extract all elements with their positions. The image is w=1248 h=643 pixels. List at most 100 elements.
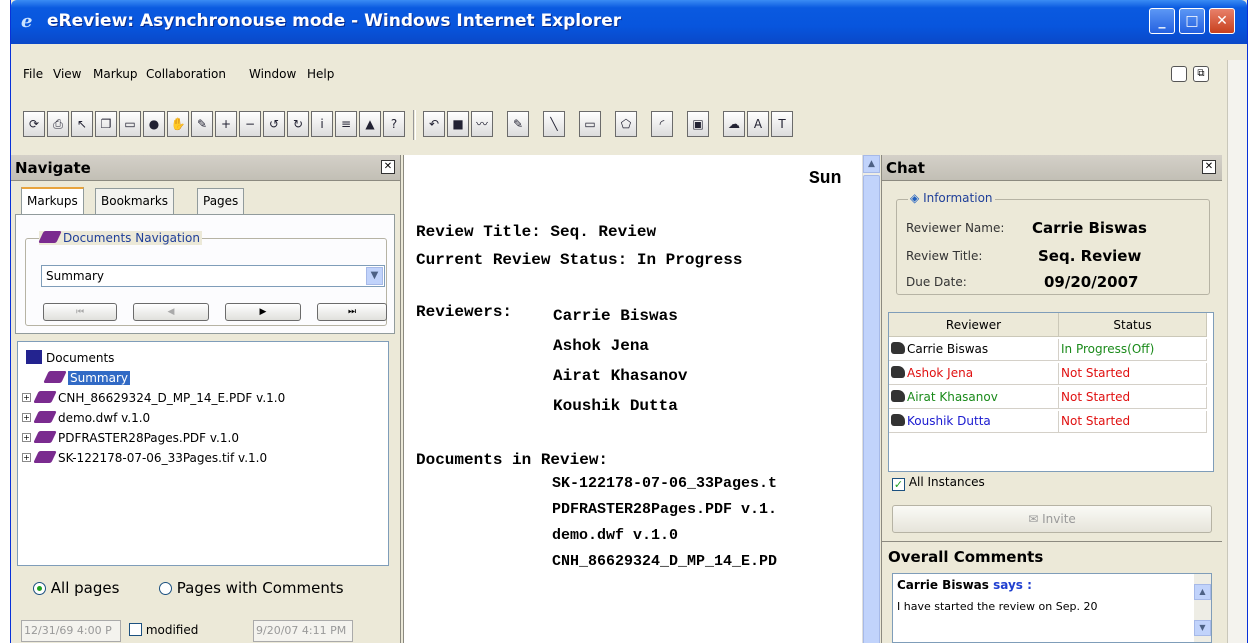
rotate-right-icon[interactable]: ↻ <box>287 111 309 137</box>
minimize-doc-button[interactable] <box>1171 66 1187 82</box>
date-from-field[interactable]: 12/31/69 4:00 P <box>21 620 121 642</box>
minimize-button[interactable]: _ <box>1149 8 1175 34</box>
information-legend: ◈ Information <box>908 191 995 205</box>
tab-pages[interactable]: Pages <box>197 188 245 214</box>
comments-scrollbar[interactable]: ▲ ▼ <box>1194 574 1211 642</box>
invite-button[interactable]: ✉ Invite <box>892 505 1212 533</box>
navigate-close-icon[interactable]: ✕ <box>381 160 395 174</box>
zoom-out-icon[interactable]: − <box>239 111 261 137</box>
info-icon[interactable]: i <box>311 111 333 137</box>
title-bar: e eReview: Asynchronouse mode - Windows … <box>11 0 1247 44</box>
maximize-button[interactable]: □ <box>1179 8 1205 34</box>
scroll-down-icon[interactable]: ▼ <box>1194 620 1211 636</box>
tree-root[interactable]: Documents <box>26 348 114 368</box>
restore-doc-button[interactable]: ⧉ <box>1193 66 1209 82</box>
previous-page-button[interactable]: ◀ <box>133 303 209 321</box>
chevron-down-icon[interactable]: ▼ <box>366 267 383 285</box>
scrollbar-thumb[interactable] <box>863 175 880 643</box>
tab-markups[interactable]: Markups <box>21 187 84 215</box>
pan-hand-icon[interactable]: ✋ <box>167 111 189 137</box>
first-page-button[interactable]: ⏮ <box>43 303 117 321</box>
tree-item[interactable]: + CNH_86629324_D_MP_14_E.PDF v.1.0 <box>22 388 382 408</box>
reviewer-row-status: Not Started <box>1059 387 1207 409</box>
menu-collaboration[interactable]: Collaboration <box>146 67 226 81</box>
tree-item[interactable]: + SK-122178-07-06_33Pages.tif v.1.0 <box>22 448 267 468</box>
document-select[interactable]: Summary ▼ <box>41 265 385 287</box>
divider <box>882 541 1222 542</box>
expand-icon[interactable]: + <box>22 413 31 422</box>
expand-icon[interactable]: + <box>22 433 31 442</box>
zoom-in-icon[interactable]: + <box>215 111 237 137</box>
reviewer-row-status: Not Started <box>1059 363 1207 385</box>
menu-file[interactable]: File <box>23 67 43 81</box>
text-style-icon[interactable]: A <box>747 111 769 137</box>
polygon-icon[interactable]: ⬠ <box>615 111 637 137</box>
date-to-field[interactable]: 9/20/07 4:11 PM <box>253 620 353 642</box>
menu-window[interactable]: Window <box>249 67 296 81</box>
reviewer-row-name[interactable]: Koushik Dutta <box>889 411 1059 433</box>
document-scrollbar[interactable]: ▲ <box>862 155 880 643</box>
menu-help[interactable]: Help <box>307 67 334 81</box>
rotate-left-icon[interactable]: ↺ <box>263 111 285 137</box>
rectangle-icon[interactable]: ▭ <box>579 111 601 137</box>
close-button[interactable]: ✕ <box>1209 8 1235 34</box>
reviewer-row-name[interactable]: Carrie Biswas <box>889 339 1059 361</box>
menu-markup[interactable]: Markup <box>93 67 137 81</box>
reviewer-line: Ashok Jena <box>553 337 650 355</box>
checkbox-checked-icon: ✓ <box>892 478 905 491</box>
next-page-button[interactable]: ▶ <box>225 303 301 321</box>
page-icon[interactable]: ▭ <box>119 111 141 137</box>
help-icon[interactable]: ? <box>383 111 405 137</box>
book-icon <box>43 371 67 383</box>
cloud-icon[interactable]: ☁ <box>723 111 745 137</box>
refresh-icon[interactable]: ⟳ <box>23 111 45 137</box>
document-line: CNH_86629324_D_MP_14_E.PD <box>552 553 778 570</box>
freehand-icon[interactable]: 〰 <box>471 111 493 137</box>
undo-icon[interactable]: ↶ <box>423 111 445 137</box>
tree-item-summary[interactable]: Summary <box>43 368 130 388</box>
image-icon[interactable]: ▣ <box>687 111 709 137</box>
radio-pages-with-comments[interactable]: Pages with Comments <box>159 579 344 597</box>
text-icon[interactable]: T <box>771 111 793 137</box>
col-header-reviewer[interactable]: Reviewer <box>889 313 1059 337</box>
print-icon[interactable]: ⎙ <box>47 111 69 137</box>
col-header-status[interactable]: Status <box>1059 313 1207 337</box>
chat-header: Chat <box>882 155 1222 181</box>
expand-icon[interactable]: + <box>22 393 31 402</box>
documents-navigation-legend: Documents Navigation <box>38 231 202 245</box>
reviewer-line: Airat Khasanov <box>553 367 688 385</box>
expand-icon[interactable]: + <box>22 453 31 462</box>
review-title-value: Seq. Review <box>1038 247 1142 265</box>
modified-checkbox[interactable]: modified <box>129 623 198 637</box>
window-scrollbar[interactable] <box>1227 60 1247 643</box>
chart-icon[interactable]: ▲ <box>359 111 381 137</box>
scroll-up-icon[interactable]: ▲ <box>863 155 880 173</box>
tree-item[interactable]: + PDFRASTER28Pages.PDF v.1.0 <box>22 428 239 448</box>
menu-view[interactable]: View <box>53 67 81 81</box>
tree-item[interactable]: + demo.dwf v.1.0 <box>22 408 150 428</box>
notes-icon[interactable]: ≡ <box>335 111 357 137</box>
chat-panel: Chat ✕ ◈ Information Reviewer Name: Carr… <box>881 155 1222 643</box>
all-instances-checkbox[interactable]: ✓ All Instances <box>892 475 985 491</box>
last-page-button[interactable]: ⏭ <box>317 303 387 321</box>
folder-books-icon <box>26 350 42 364</box>
stamp-icon[interactable]: ● <box>143 111 165 137</box>
radio-all-pages[interactable]: All pages <box>33 579 119 597</box>
line-icon[interactable]: ╲ <box>543 111 565 137</box>
fill-color-icon[interactable]: ■ <box>447 111 469 137</box>
scroll-up-icon[interactable]: ▲ <box>1194 584 1211 600</box>
summary-heading: Sun <box>809 169 842 189</box>
copy-icon[interactable]: ❐ <box>95 111 117 137</box>
comment-icon[interactable]: ✎ <box>191 111 213 137</box>
navigate-header: Navigate <box>11 155 400 181</box>
arc-icon[interactable]: ◜ <box>651 111 673 137</box>
comments-box[interactable]: Carrie Biswas says : I have started the … <box>892 573 1212 643</box>
chat-close-icon[interactable]: ✕ <box>1202 160 1216 174</box>
reviewer-row-name[interactable]: Airat Khasanov <box>889 387 1059 409</box>
note-icon[interactable]: ✎ <box>507 111 529 137</box>
tab-bookmarks[interactable]: Bookmarks <box>95 188 175 214</box>
eye-icon <box>891 366 905 378</box>
select-icon[interactable]: ↖ <box>71 111 93 137</box>
ie-logo-icon: e <box>21 11 33 32</box>
reviewer-row-name[interactable]: Ashok Jena <box>889 363 1059 385</box>
